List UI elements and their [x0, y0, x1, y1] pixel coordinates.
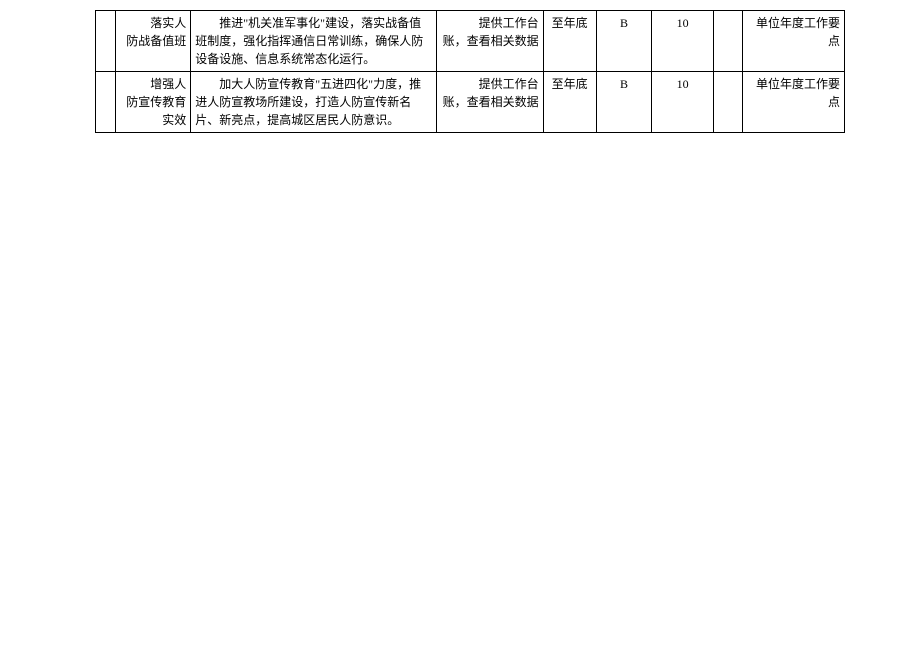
cell-name: 落实人防战备值班 — [115, 11, 190, 72]
data-table: 落实人防战备值班 推进"机关准军事化"建设，落实战备值班制度，强化指挥通信日常训… — [95, 10, 845, 133]
cell-grade: B — [596, 72, 651, 133]
table-row: 落实人防战备值班 推进"机关准军事化"建设，落实战备值班制度，强化指挥通信日常训… — [96, 11, 845, 72]
cell-time: 至年底 — [543, 72, 596, 133]
cell-desc: 加大人防宣传教育"五进四化"力度，推进人防宣教场所建设，打造人防宣传新名片、新亮… — [191, 72, 437, 133]
table-row: 增强人防宣传教育实效 加大人防宣传教育"五进四化"力度，推进人防宣教场所建设，打… — [96, 72, 845, 133]
cell-basis: 提供工作台账，查看相关数据 — [437, 11, 543, 72]
table: 落实人防战备值班 推进"机关准军事化"建设，落实战备值班制度，强化指挥通信日常训… — [95, 10, 845, 133]
cell-desc: 推进"机关准军事化"建设，落实战备值班制度，强化指挥通信日常训练，确保人防设备设… — [191, 11, 437, 72]
cell-blank — [714, 11, 743, 72]
cell-basis: 提供工作台账，查看相关数据 — [437, 72, 543, 133]
cell-score: 10 — [652, 72, 714, 133]
cell-name: 增强人防宣传教育实效 — [115, 72, 190, 133]
cell-note: 单位年度工作要点 — [743, 72, 845, 133]
cell-score: 10 — [652, 11, 714, 72]
cell-note: 单位年度工作要点 — [743, 11, 845, 72]
cell-grade: B — [596, 11, 651, 72]
cell-index — [96, 11, 116, 72]
cell-time: 至年底 — [543, 11, 596, 72]
cell-blank — [714, 72, 743, 133]
cell-index — [96, 72, 116, 133]
